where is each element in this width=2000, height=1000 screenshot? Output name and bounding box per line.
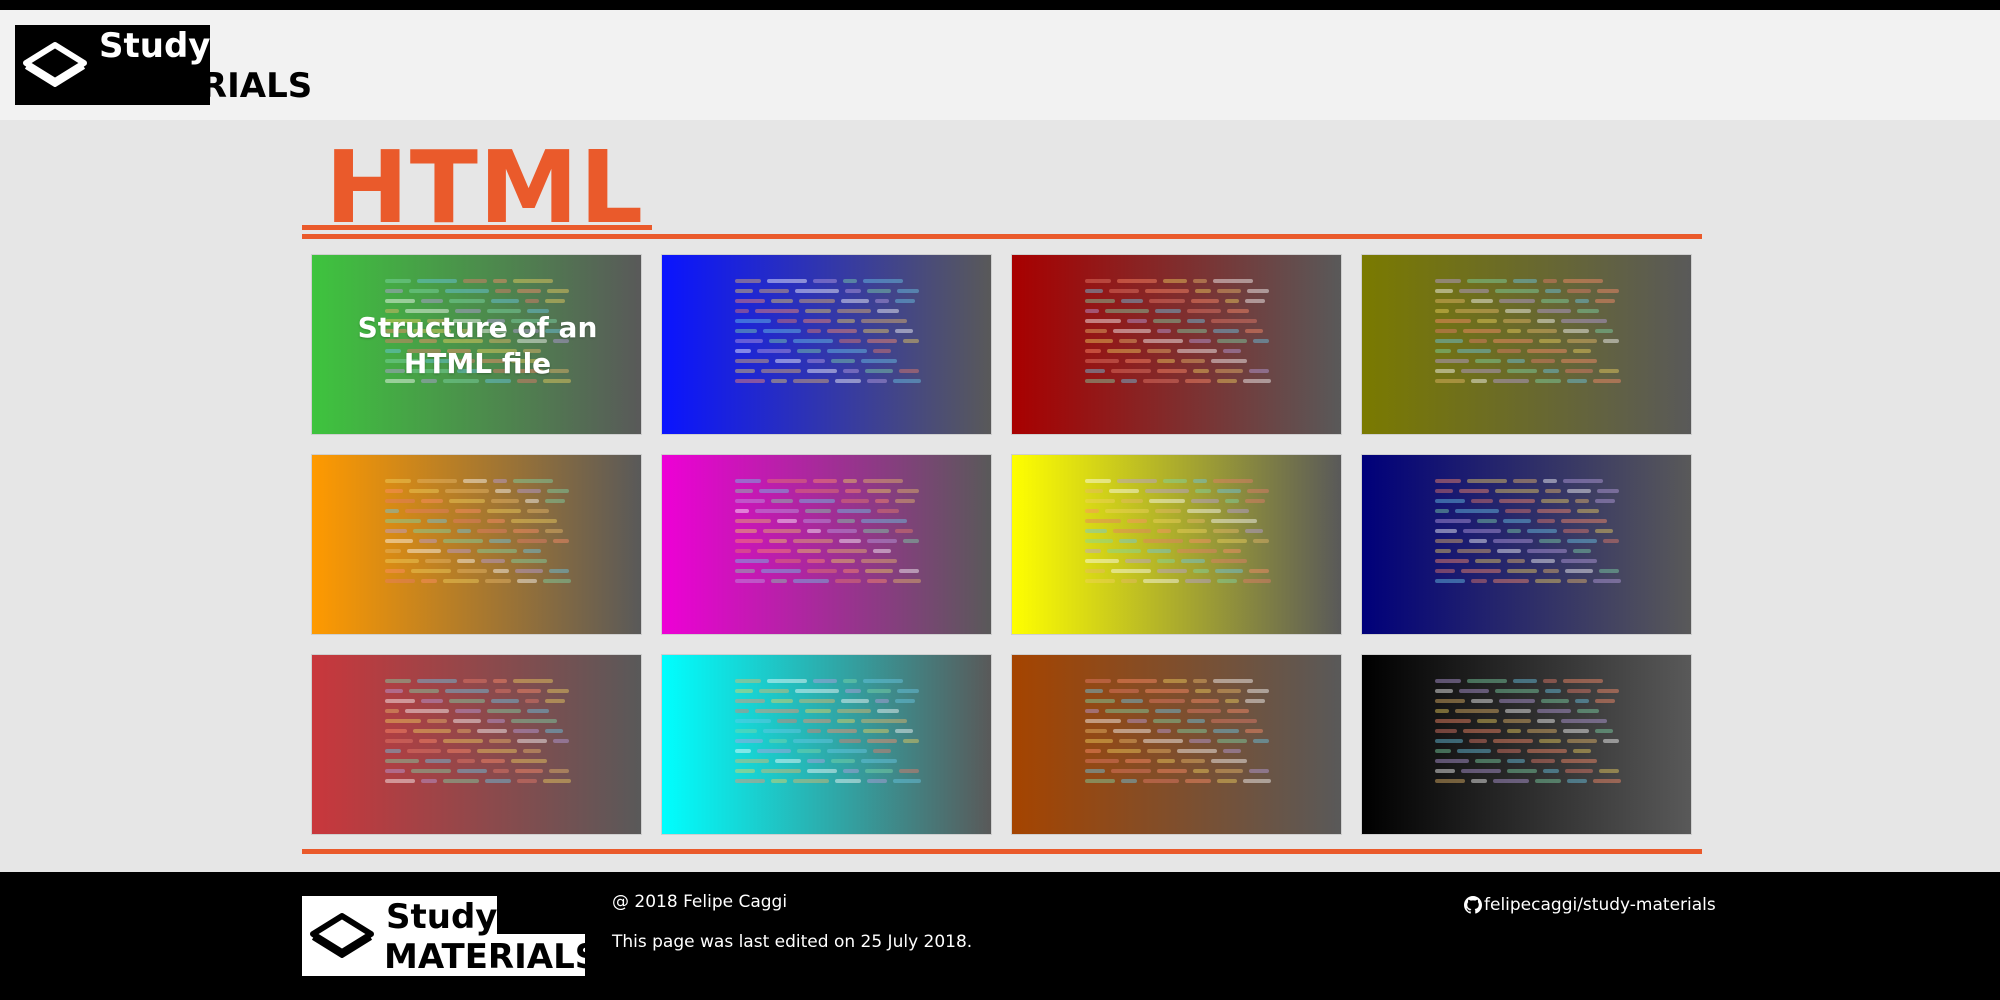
- copyright-text: @ 2018 Felipe Caggi: [612, 892, 788, 912]
- top-bar: [0, 0, 2000, 10]
- topic-card[interactable]: [311, 454, 642, 635]
- topic-card[interactable]: [1011, 454, 1342, 635]
- card-title: [312, 455, 641, 634]
- github-icon: [1464, 896, 1482, 914]
- site-footer: Study MATERIALS @ 2018 Felipe Caggi This…: [0, 872, 2000, 1000]
- card-title: [312, 655, 641, 834]
- topic-card[interactable]: [1361, 254, 1692, 435]
- box-icon: [310, 913, 374, 958]
- box-icon: [23, 42, 87, 87]
- site-logo[interactable]: Study MATERIALS: [15, 25, 312, 106]
- card-title: [1362, 255, 1691, 434]
- topic-card[interactable]: [1011, 654, 1342, 835]
- topic-card-grid: Structure of an HTML file: [311, 254, 1693, 836]
- card-title: [1012, 255, 1341, 434]
- logo-text-materials: MATERIALS: [97, 66, 313, 106]
- card-title: [1362, 455, 1691, 634]
- bottom-divider: [302, 849, 1702, 854]
- logo-text-materials: MATERIALS: [384, 937, 600, 977]
- title-underline: [302, 225, 652, 230]
- card-title: [662, 255, 991, 434]
- page-title: HTML: [325, 129, 645, 246]
- topic-card[interactable]: [1361, 654, 1692, 835]
- github-repo-label: felipecaggi/study-materials: [1484, 895, 1716, 915]
- footer-logo[interactable]: Study MATERIALS: [302, 896, 599, 977]
- topic-card[interactable]: [661, 654, 992, 835]
- card-title: Structure of an HTML file: [357, 310, 598, 380]
- card-title: [1012, 655, 1341, 834]
- topic-card[interactable]: [661, 454, 992, 635]
- site-header: Study MATERIALS: [0, 10, 2000, 120]
- topic-card[interactable]: Structure of an HTML file: [311, 254, 642, 435]
- github-repo-link[interactable]: felipecaggi/study-materials: [1464, 894, 1716, 916]
- card-title: [662, 655, 991, 834]
- topic-card[interactable]: [1011, 254, 1342, 435]
- top-divider: [302, 234, 1702, 239]
- topic-card[interactable]: [661, 254, 992, 435]
- last-edited-text: This page was last edited on 25 July 201…: [612, 932, 973, 952]
- topic-card[interactable]: [311, 654, 642, 835]
- card-title: [1012, 455, 1341, 634]
- card-title: [1362, 655, 1691, 834]
- card-title: [662, 455, 991, 634]
- topic-card[interactable]: [1361, 454, 1692, 635]
